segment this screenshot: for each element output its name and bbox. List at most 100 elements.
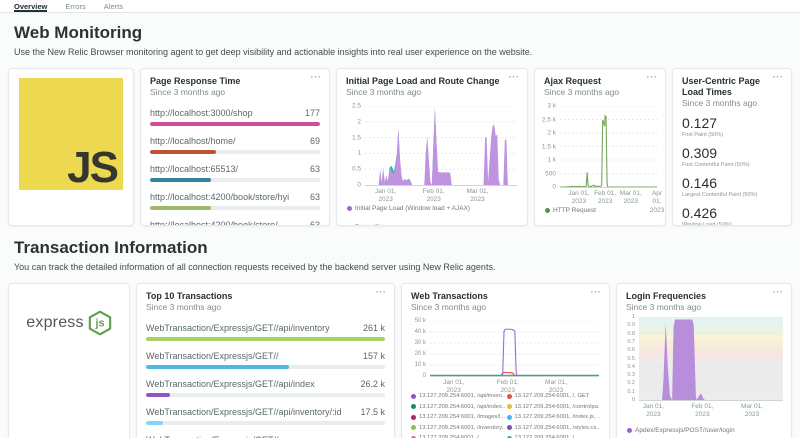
legend-item[interactable]: Route Change bbox=[347, 224, 397, 226]
bar-row[interactable]: http://localhost:65513/63 bbox=[150, 159, 320, 187]
y-tick-label: 0 bbox=[552, 184, 556, 191]
bar-track bbox=[150, 150, 320, 154]
initial-page-load-legend: Initial Page Load (Window load + AJAX) Ro… bbox=[337, 205, 527, 226]
card-title: User-Centric Page Load Times bbox=[682, 76, 782, 98]
chart-plot bbox=[560, 106, 657, 187]
y-tick-label: 30 k bbox=[415, 340, 426, 346]
bar-row[interactable]: WebTransaction/Expressjs/GET//api/invent… bbox=[146, 318, 385, 346]
more-menu-icon[interactable]: ⋯ bbox=[508, 70, 520, 83]
bar-track bbox=[146, 337, 385, 341]
y-tick-label: 1 bbox=[357, 150, 361, 157]
nodejs-hexagon-icon: js bbox=[88, 310, 112, 336]
y-tick-label: 0.9 bbox=[627, 322, 635, 328]
legend-dot bbox=[507, 404, 512, 409]
more-menu-icon[interactable]: ⋯ bbox=[772, 70, 784, 83]
legend-dot bbox=[507, 415, 512, 420]
x-tick-label: Mar 01, 2023 bbox=[741, 403, 763, 420]
bar-row[interactable]: WebTransaction/Expressjs/GET//api/invent… bbox=[146, 402, 385, 430]
y-tick-label: 10 k bbox=[415, 362, 426, 368]
legend-label: 13.127.209.254:6001, /index.js, ... bbox=[515, 414, 601, 420]
web-transactions-chart[interactable]: 010 k20 k30 k40 k50 kJan 01, 2023Feb 01,… bbox=[430, 321, 599, 377]
section-desc-transaction-information: You can track the detailed information o… bbox=[14, 262, 786, 273]
metric-value: 0.426 bbox=[682, 205, 782, 221]
y-tick-label: 1.5 k bbox=[542, 143, 556, 150]
bar-row[interactable]: WebTransaction/Expressjs/GET//... bbox=[146, 430, 385, 438]
bar-row-value: 26.2 k bbox=[354, 379, 385, 389]
card-header: Web Transactions Since 3 months ago bbox=[402, 284, 609, 313]
card-login-frequencies: Login Frequencies Since 3 months ago ⋯ 0… bbox=[616, 283, 792, 438]
bar-row[interactable]: WebTransaction/Expressjs/GET//157 k bbox=[146, 346, 385, 374]
tab-alerts[interactable]: Alerts bbox=[104, 3, 123, 12]
bar-fill bbox=[150, 206, 211, 210]
y-tick-label: 0.4 bbox=[627, 364, 635, 370]
legend-item[interactable]: Apdex/Expressjs/POST//user/login bbox=[627, 427, 735, 434]
legend-item[interactable]: 13.127.209.254:6001, /api/index... bbox=[411, 404, 505, 410]
bar-row-label: http://localhost:4200/book/store/... bbox=[150, 220, 285, 226]
more-menu-icon[interactable]: ⋯ bbox=[646, 70, 658, 83]
more-menu-icon[interactable]: ⋯ bbox=[310, 70, 322, 83]
section-title-web-monitoring: Web Monitoring bbox=[14, 23, 786, 42]
legend-item[interactable]: Initial Page Load (Window load + AJAX) bbox=[347, 205, 470, 212]
more-menu-icon[interactable]: ⋯ bbox=[590, 285, 602, 298]
card-top-10-transactions: Top 10 Transactions Since 3 months ago ⋯… bbox=[136, 283, 395, 438]
y-tick-label: 0.2 bbox=[627, 380, 635, 386]
chart-plot bbox=[365, 106, 517, 185]
card-title: Login Frequencies bbox=[626, 291, 782, 302]
card-since: Since 3 months ago bbox=[626, 302, 782, 313]
legend-dot bbox=[347, 225, 352, 226]
legend-label: 13.127.209.254:6001, /controlpa... bbox=[515, 404, 601, 410]
page-response-bar-list: http://localhost:3000/shop177http://loca… bbox=[141, 98, 329, 226]
legend-item[interactable]: 13.127.209.254:6001, /styles.cs... bbox=[507, 425, 601, 431]
express-js-logo: express js bbox=[9, 310, 129, 336]
more-menu-icon[interactable]: ⋯ bbox=[375, 285, 387, 298]
initial-page-load-chart[interactable]: 00.511.522.5Jan 01, 2023Feb 01, 2023Mar … bbox=[365, 106, 517, 186]
login-frequencies-chart[interactable]: 00.10.20.30.40.50.60.70.80.91Jan 01, 202… bbox=[639, 317, 783, 401]
card-title: Top 10 Transactions bbox=[146, 291, 385, 302]
legend-item[interactable]: 13.127.209.254:6001, /controlpa... bbox=[507, 404, 601, 410]
web-transactions-legend: 13.127.209.254:6001, /api/inven...13.127… bbox=[402, 393, 609, 438]
legend-item[interactable]: HTTP Request bbox=[545, 207, 596, 214]
legend-item[interactable]: 13.127.209.254:6001, /inventory... bbox=[411, 425, 505, 431]
y-tick-label: 2 k bbox=[547, 130, 556, 137]
y-tick-label: 1.5 bbox=[352, 134, 361, 141]
y-tick-label: 0 bbox=[357, 182, 361, 189]
y-tick-label: 500 bbox=[545, 170, 556, 177]
bar-row[interactable]: http://localhost:4200/book/store/...63 bbox=[150, 215, 320, 226]
section-title-transaction-information: Transaction Information bbox=[14, 238, 786, 257]
card-title: Page Response Time bbox=[150, 76, 320, 87]
y-tick-label: 0.3 bbox=[627, 372, 635, 378]
legend-item[interactable]: 13.127.209.254:6001, /index.js, ... bbox=[507, 414, 601, 420]
more-menu-icon[interactable]: ⋯ bbox=[772, 285, 784, 298]
tab-errors[interactable]: Errors bbox=[65, 3, 85, 12]
card-since: Since 3 months ago bbox=[544, 87, 656, 98]
bar-row-value: 261 k bbox=[357, 323, 385, 333]
bar-row-label: http://localhost/home/ bbox=[150, 136, 236, 146]
bar-row-label: WebTransaction/Expressjs/GET//api/invent… bbox=[146, 407, 342, 417]
bar-row[interactable]: http://localhost:4200/book/store/hyi63 bbox=[150, 187, 320, 215]
bar-row[interactable]: http://localhost:3000/shop177 bbox=[150, 103, 320, 131]
legend-label: HTTP Request bbox=[553, 207, 596, 214]
tab-overview[interactable]: Overview bbox=[14, 3, 47, 12]
y-tick-label: 0.5 bbox=[627, 356, 635, 362]
card-header: Initial Page Load and Route Change Since… bbox=[337, 69, 527, 98]
bar-row[interactable]: WebTransaction/Expressjs/GET//api/index2… bbox=[146, 374, 385, 402]
chart-plot bbox=[430, 321, 599, 376]
javascript-logo-text: JS bbox=[67, 146, 117, 190]
x-tick-label: Mar 01, 2023 bbox=[466, 188, 488, 205]
y-tick-label: 1 k bbox=[547, 157, 556, 164]
y-tick-label: 2.5 k bbox=[542, 116, 556, 123]
ajax-request-legend: HTTP Request bbox=[535, 207, 665, 214]
chart-plot bbox=[639, 317, 783, 400]
top-transactions-bar-list: WebTransaction/Expressjs/GET//api/invent… bbox=[137, 313, 394, 438]
ajax-request-chart[interactable]: 05001 k1.5 k2 k2.5 k3 kJan 01, 2023Feb 0… bbox=[560, 106, 657, 188]
metric-label: First Paint (50%) bbox=[682, 132, 782, 138]
card-title: Initial Page Load and Route Change bbox=[346, 76, 518, 87]
legend-item[interactable]: 13.127.209.254:6001, /images/l... bbox=[411, 414, 505, 420]
metric: 0.146Largest Contentful Paint (50%) bbox=[682, 171, 782, 201]
login-frequencies-legend: Apdex/Expressjs/POST//user/login bbox=[617, 427, 791, 434]
bar-fill bbox=[150, 178, 211, 182]
y-tick-label: 0 bbox=[632, 397, 635, 403]
metric: 0.309First Contentful Paint (50%) bbox=[682, 141, 782, 171]
bar-row-label: http://localhost:4200/book/store/hyi bbox=[150, 192, 289, 202]
bar-row[interactable]: http://localhost/home/69 bbox=[150, 131, 320, 159]
